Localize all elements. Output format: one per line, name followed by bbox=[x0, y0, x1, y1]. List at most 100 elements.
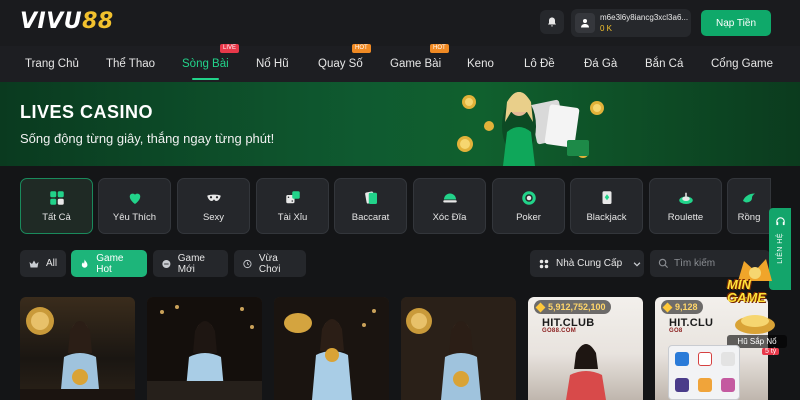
category-label: Baccarat bbox=[351, 212, 390, 223]
provider-dropdown[interactable]: Nhà Cung Cấp bbox=[530, 250, 644, 277]
category-taixiu[interactable]: Tài Xỉu bbox=[256, 178, 329, 234]
game-card[interactable] bbox=[401, 297, 516, 400]
category-poker[interactable]: Poker bbox=[492, 178, 565, 234]
system-tray-popup bbox=[668, 345, 740, 400]
logo[interactable]: VIVU88 bbox=[20, 9, 114, 34]
nav-label: Game Bài bbox=[390, 58, 442, 70]
category-roulette[interactable]: Roulette bbox=[649, 178, 722, 234]
category-xocdia[interactable]: Xóc Đĩa bbox=[413, 178, 486, 234]
balance: 0 K bbox=[600, 24, 613, 33]
pen-icon[interactable] bbox=[721, 378, 735, 392]
category-label: Yêu Thích bbox=[112, 212, 157, 223]
nav-item-fishing[interactable]: Bắn Cá bbox=[645, 46, 683, 82]
mask-icon bbox=[206, 194, 221, 201]
category-blackjack[interactable]: Blackjack bbox=[570, 178, 643, 234]
game-card[interactable]: 5,912,752,100 HIT.CLUB GO88.COM bbox=[528, 297, 643, 400]
filter-label: Game Hot bbox=[96, 252, 124, 275]
nav-label: Sòng Bài bbox=[182, 58, 229, 70]
jackpot-badge: 5,912,752,100 bbox=[534, 300, 611, 314]
history-icon bbox=[243, 259, 252, 268]
nav-item-keno[interactable]: Keno bbox=[467, 46, 494, 82]
filter-label: Game Mới bbox=[177, 252, 205, 275]
shield-icon[interactable] bbox=[698, 352, 712, 366]
live-badge: LIVE bbox=[220, 44, 240, 53]
nav-item-slots[interactable]: Nổ Hũ bbox=[256, 46, 289, 82]
roulette-icon bbox=[678, 192, 693, 204]
avatar bbox=[575, 13, 595, 33]
filter-game-hot[interactable]: Game Hot bbox=[71, 250, 147, 277]
nav-label: Lô Đề bbox=[524, 58, 555, 70]
hot-badge: HOT bbox=[430, 44, 449, 53]
cloud-icon[interactable] bbox=[698, 378, 712, 392]
filter-bar: All Game Hot Game Mới Vừa Chơi Nhà Cung … bbox=[0, 250, 800, 278]
logo-number: 88 bbox=[82, 9, 114, 34]
nav-item-cockfight[interactable]: Đá Gà bbox=[584, 46, 617, 82]
notification-button[interactable] bbox=[540, 10, 564, 34]
category-bar: Tất Cả Yêu Thích Sexy Tài Xỉu Baccarat X… bbox=[0, 178, 800, 236]
filter-recent[interactable]: Vừa Chơi bbox=[234, 250, 306, 277]
game-card[interactable] bbox=[274, 297, 389, 400]
diamond-icon bbox=[662, 302, 673, 312]
header: VIVU88 m6e3l6y8iancg3xcl3a6... 0 K Nạp T… bbox=[0, 0, 800, 46]
dice-icon bbox=[285, 191, 300, 204]
crown-icon bbox=[29, 260, 39, 267]
deposit-button[interactable]: Nạp Tiền bbox=[701, 10, 771, 36]
hot-badge: HOT bbox=[352, 44, 371, 53]
category-label: Rồng bbox=[737, 212, 761, 223]
filter-label: Vừa Chơi bbox=[258, 252, 281, 275]
account-box[interactable]: m6e3l6y8iancg3xcl3a6... 0 K bbox=[571, 9, 691, 37]
chevron-down-icon bbox=[633, 261, 641, 267]
dealer-illustration bbox=[457, 92, 604, 166]
category-all[interactable]: Tất Cả bbox=[20, 178, 93, 234]
jackpot-amount: 9,128 bbox=[675, 302, 698, 312]
promo-badge: 5 tỷ bbox=[762, 348, 780, 355]
nav-item-sports[interactable]: Thể Thao bbox=[106, 46, 155, 82]
category-label: Poker bbox=[516, 212, 541, 223]
nav-item-casino[interactable]: Sòng Bài LIVE bbox=[182, 44, 240, 82]
headset-icon bbox=[775, 217, 785, 226]
bowl-icon bbox=[442, 193, 457, 203]
game-card[interactable] bbox=[147, 297, 262, 400]
vpn-icon[interactable] bbox=[675, 378, 689, 392]
dealer-thumbnail bbox=[401, 297, 516, 400]
chart-icon[interactable] bbox=[721, 352, 735, 366]
page: VIVU88 m6e3l6y8iancg3xcl3a6... 0 K Nạp T… bbox=[0, 0, 800, 400]
nav-item-game-portal[interactable]: Cổng Game bbox=[711, 46, 773, 82]
fire-icon bbox=[81, 258, 88, 268]
filter-all[interactable]: All bbox=[20, 250, 66, 277]
treasure-icon bbox=[735, 315, 775, 334]
grid-icon bbox=[49, 191, 64, 205]
category-favorites[interactable]: Yêu Thích bbox=[98, 178, 171, 234]
heart-icon bbox=[129, 193, 140, 204]
banner-title: LIVES CASINO bbox=[20, 102, 154, 122]
filter-new-games[interactable]: Game Mới bbox=[153, 250, 228, 277]
category-dragon[interactable]: Rồng bbox=[727, 178, 771, 234]
nav-item-card-games[interactable]: Game Bài HOT bbox=[390, 44, 449, 82]
nav-item-home[interactable]: Trang Chủ bbox=[25, 46, 79, 82]
card-brand: HIT.CLU GO8 bbox=[669, 317, 713, 334]
category-label: Roulette bbox=[667, 212, 704, 223]
bell-icon bbox=[548, 17, 556, 27]
jackpot-amount: 5,912,752,100 bbox=[548, 302, 606, 312]
nav-label: Nổ Hũ bbox=[256, 58, 289, 70]
promo-title: MIN GAME bbox=[727, 278, 766, 304]
dragon-icon bbox=[743, 193, 755, 203]
nav-label: Cổng Game bbox=[711, 58, 774, 70]
card-brand: HIT.CLUB GO88.COM bbox=[542, 317, 595, 334]
hero-banner: LIVES CASINO Sống động từng giây, thắng … bbox=[0, 82, 800, 166]
nav-label: Trang Chủ bbox=[25, 58, 79, 70]
diamond-icon bbox=[535, 302, 546, 312]
blackjack-icon bbox=[602, 191, 611, 204]
nav-item-lode[interactable]: Lô Đề bbox=[524, 46, 555, 82]
category-label: Sexy bbox=[202, 212, 225, 223]
dealer-thumbnail bbox=[20, 307, 135, 400]
bluetooth-icon[interactable] bbox=[675, 352, 689, 366]
category-sexy[interactable]: Sexy bbox=[177, 178, 250, 234]
nav-item-lottery[interactable]: Quay Số HOT bbox=[318, 44, 371, 82]
promo-title-2: GAME bbox=[727, 290, 766, 305]
user-icon bbox=[581, 19, 589, 28]
dealer-thumbnail bbox=[147, 297, 262, 400]
category-baccarat[interactable]: Baccarat bbox=[334, 178, 407, 234]
game-card[interactable] bbox=[20, 297, 135, 400]
nav-label: Quay Số bbox=[318, 58, 363, 70]
